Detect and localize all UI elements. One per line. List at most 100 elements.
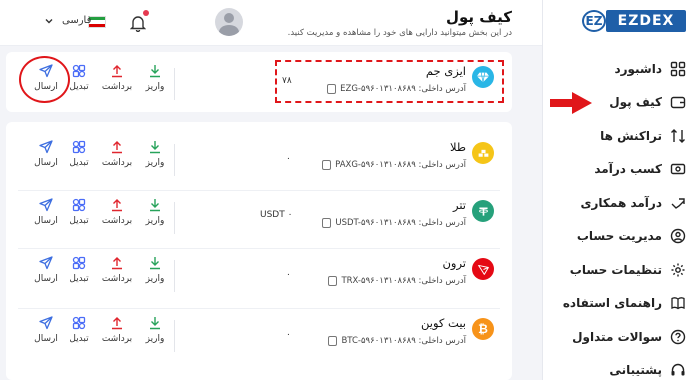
transactions-icon bbox=[670, 128, 686, 144]
send-button[interactable]: ارسال bbox=[28, 256, 64, 284]
asset-name: تتر bbox=[452, 198, 466, 212]
copy-icon[interactable] bbox=[322, 218, 332, 228]
asset-row-gold: طلا آدرس داخلی: PAXG-۵۹۶۰۱۳۱۰۸۶۸۹ ۰ واری… bbox=[6, 128, 512, 188]
faq-icon bbox=[670, 329, 686, 345]
swap-icon bbox=[72, 256, 86, 270]
swap-button[interactable]: تبدیل bbox=[61, 256, 97, 284]
send-icon bbox=[39, 140, 53, 154]
withdraw-button[interactable]: برداشت bbox=[99, 64, 135, 92]
send-button[interactable]: ارسال bbox=[28, 198, 64, 226]
withdraw-button[interactable]: برداشت bbox=[99, 256, 135, 284]
earn-icon bbox=[670, 161, 686, 177]
withdraw-label: برداشت bbox=[101, 158, 133, 168]
swap-icon bbox=[72, 64, 86, 78]
send-label: ارسال bbox=[34, 274, 58, 284]
send-label: ارسال bbox=[34, 82, 58, 92]
avatar[interactable] bbox=[215, 8, 243, 36]
deposit-button[interactable]: واریز bbox=[137, 64, 173, 92]
sidebar-item-support[interactable]: پشتیبانی bbox=[542, 354, 700, 380]
withdraw-button[interactable]: برداشت bbox=[99, 316, 135, 344]
send-icon bbox=[39, 256, 53, 270]
asset-address: آدرس داخلی: USDT-۵۹۶۰۱۳۱۰۸۶۸۹ bbox=[322, 218, 466, 228]
red-arrow-annotation bbox=[550, 92, 592, 114]
language-label[interactable]: فارسی bbox=[62, 15, 91, 26]
featured-asset-card: ایزی جم آدرس داخلی: EZG-۵۹۶۰۱۳۱۰۸۶۸۹ ۷۸ … bbox=[6, 52, 512, 112]
page-title: کیف پول bbox=[446, 8, 512, 26]
copy-icon[interactable] bbox=[327, 84, 337, 94]
sidebar-item-label: کسب درآمد bbox=[594, 162, 662, 177]
deposit-label: واریز bbox=[145, 158, 165, 168]
sidebar-item-referral[interactable]: درآمد همکاری bbox=[542, 186, 700, 220]
divider bbox=[174, 320, 175, 352]
withdraw-icon bbox=[112, 317, 122, 330]
sidebar: EZ EZDEX داشبورد کیف پول تراکنش ها کسب د… bbox=[542, 0, 700, 380]
asset-row-btc: ₿ بیت کوین آدرس داخلی: BTC-۵۹۶۰۱۳۱۰۸۶۸۹ … bbox=[6, 304, 512, 364]
asset-balance: USDT ۰ bbox=[260, 210, 293, 220]
deposit-button[interactable]: واریز bbox=[137, 316, 173, 344]
gold-icon bbox=[472, 142, 494, 164]
asset-name: ترون bbox=[442, 256, 466, 270]
sidebar-item-label: درآمد همکاری bbox=[580, 195, 662, 210]
sidebar-item-label: پشتیبانی bbox=[609, 363, 662, 378]
swap-button[interactable]: تبدیل bbox=[61, 316, 97, 344]
sidebar-item-dashboard[interactable]: داشبورد bbox=[542, 52, 700, 86]
logo-badge: EZ bbox=[582, 10, 606, 32]
deposit-label: واریز bbox=[145, 82, 165, 92]
swap-label: تبدیل bbox=[69, 82, 89, 92]
sidebar-item-account[interactable]: مدیریت حساب bbox=[542, 220, 700, 254]
withdraw-button[interactable]: برداشت bbox=[99, 198, 135, 226]
bell-icon[interactable] bbox=[130, 14, 146, 32]
withdraw-icon bbox=[112, 199, 122, 212]
logo-text: EZDEX bbox=[606, 10, 686, 32]
deposit-icon bbox=[150, 199, 160, 212]
asset-balance: ۷۸ bbox=[282, 76, 292, 86]
swap-button[interactable]: تبدیل bbox=[61, 198, 97, 226]
account-icon bbox=[670, 228, 686, 244]
swap-button[interactable]: تبدیل bbox=[61, 64, 97, 92]
deposit-icon bbox=[150, 65, 160, 78]
tron-icon bbox=[472, 258, 494, 280]
asset-balance: ۰ bbox=[286, 154, 291, 164]
swap-icon bbox=[72, 316, 86, 330]
dashboard-icon bbox=[670, 61, 686, 77]
address-text: آدرس داخلی: TRX-۵۹۶۰۱۳۱۰۸۶۸۹ bbox=[341, 276, 466, 286]
sidebar-item-earn[interactable]: کسب درآمد bbox=[542, 153, 700, 187]
deposit-button[interactable]: واریز bbox=[137, 198, 173, 226]
swap-button[interactable]: تبدیل bbox=[61, 140, 97, 168]
copy-icon[interactable] bbox=[328, 336, 338, 346]
sidebar-item-guide[interactable]: راهنمای استفاده bbox=[542, 287, 700, 321]
asset-balance: ۰ bbox=[286, 270, 291, 280]
settings-icon bbox=[670, 262, 686, 278]
sidebar-item-label: راهنمای استفاده bbox=[562, 296, 662, 311]
sidebar-item-settings[interactable]: تنظیمات حساب bbox=[542, 253, 700, 287]
chevron-down-icon[interactable] bbox=[44, 16, 54, 26]
notification-dot bbox=[143, 10, 149, 16]
sidebar-item-label: تراکنش ها bbox=[600, 128, 662, 143]
bitcoin-icon: ₿ bbox=[472, 318, 494, 340]
asset-row-ezg: ایزی جم آدرس داخلی: EZG-۵۹۶۰۱۳۱۰۸۶۸۹ ۷۸ … bbox=[6, 52, 512, 112]
ezdex-logo[interactable]: EZ EZDEX bbox=[574, 10, 686, 32]
asset-address: آدرس داخلی: EZG-۵۹۶۰۱۳۱۰۸۶۸۹ bbox=[327, 84, 466, 94]
sidebar-item-label: داشبورد bbox=[614, 61, 662, 76]
withdraw-icon bbox=[112, 257, 122, 270]
sidebar-item-faq[interactable]: سوالات متداول bbox=[542, 320, 700, 354]
withdraw-button[interactable]: برداشت bbox=[99, 140, 135, 168]
deposit-button[interactable]: واریز bbox=[137, 256, 173, 284]
swap-icon bbox=[72, 140, 86, 154]
wallet-icon bbox=[670, 94, 686, 110]
sidebar-item-label: کیف پول bbox=[609, 95, 662, 110]
asset-list-card: طلا آدرس داخلی: PAXG-۵۹۶۰۱۳۱۰۸۶۸۹ ۰ واری… bbox=[6, 122, 512, 380]
sidebar-item-label: سوالات متداول bbox=[572, 329, 662, 344]
deposit-button[interactable]: واریز bbox=[137, 140, 173, 168]
send-button[interactable]: ارسال bbox=[28, 316, 64, 344]
copy-icon[interactable] bbox=[328, 276, 338, 286]
copy-icon[interactable] bbox=[322, 160, 332, 170]
withdraw-icon bbox=[112, 65, 122, 78]
asset-address: آدرس داخلی: PAXG-۵۹۶۰۱۳۱۰۸۶۸۹ bbox=[322, 160, 466, 170]
send-button[interactable]: ارسال bbox=[28, 64, 64, 92]
sidebar-item-transactions[interactable]: تراکنش ها bbox=[542, 119, 700, 153]
swap-label: تبدیل bbox=[69, 216, 89, 226]
withdraw-label: برداشت bbox=[101, 334, 133, 344]
send-button[interactable]: ارسال bbox=[28, 140, 64, 168]
page-subtitle: در این بخش میتوانید دارایی های خود را مش… bbox=[287, 28, 512, 38]
